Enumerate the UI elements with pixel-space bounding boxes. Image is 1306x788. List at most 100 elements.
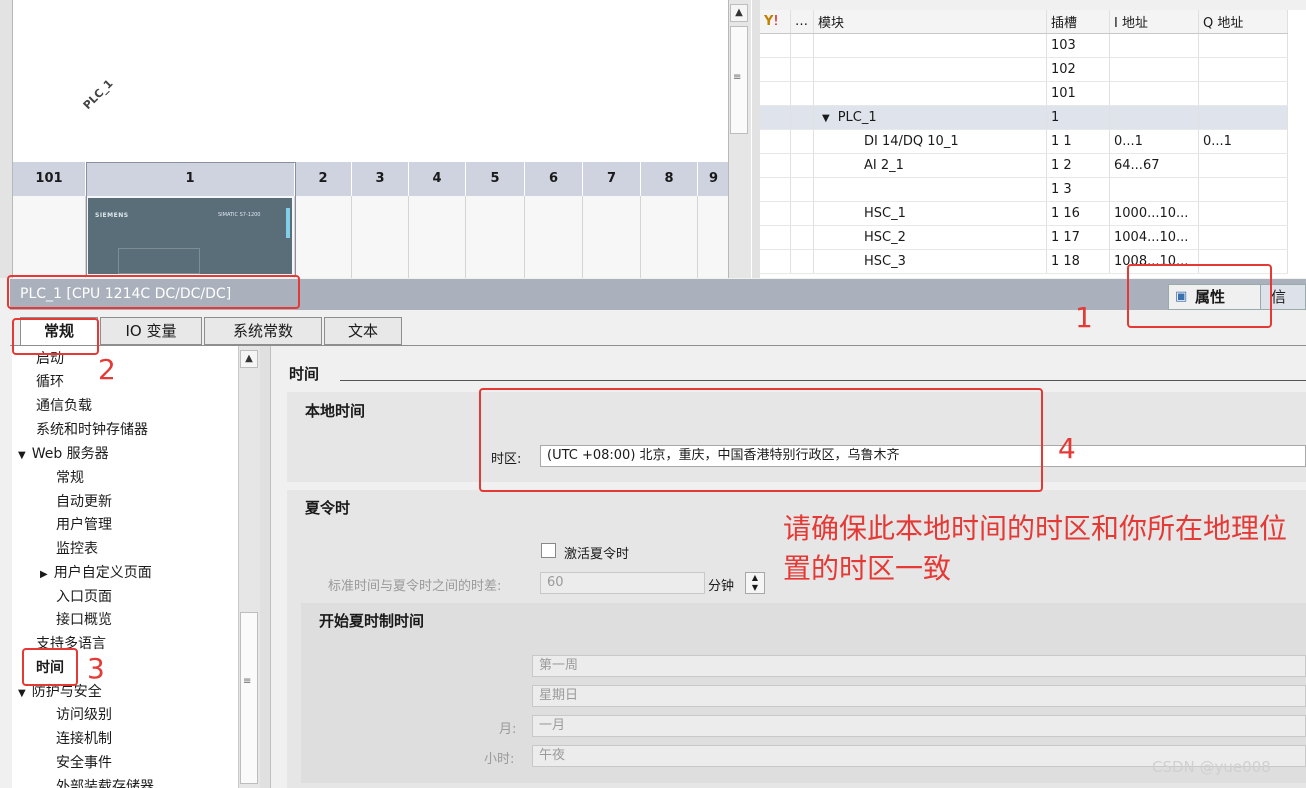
dst-checkbox[interactable] bbox=[541, 543, 556, 558]
table-row[interactable]: AI 2_1 1 2 64...67 bbox=[760, 153, 1288, 178]
slot-number: 4 bbox=[409, 162, 466, 196]
module-name: PLC_1 bbox=[837, 110, 877, 125]
table-row[interactable]: 101 bbox=[760, 81, 1288, 106]
section-title-time: 时间 bbox=[289, 365, 320, 383]
cell-module bbox=[813, 81, 1047, 106]
slot-number: 6 bbox=[525, 162, 583, 196]
dst-checkbox-label: 激活夏令时 bbox=[564, 547, 630, 562]
slot-1-highlight bbox=[86, 162, 296, 276]
properties-nav-tree: 启动 循环 通信负载 系统和时钟存储器 ▼ Web 服务器 常规 自动更新 用户管… bbox=[12, 346, 238, 788]
table-row[interactable]: DI 14/DQ 10_1 1 1 0...1 0...1 bbox=[760, 129, 1288, 154]
cell-slot: 1 16 bbox=[1046, 201, 1110, 226]
local-time-title: 本地时间 bbox=[305, 402, 366, 420]
nav-item-web-server[interactable]: ▼ Web 服务器 bbox=[18, 443, 109, 467]
nav-item-user-pages[interactable]: ▶ 用户自定义页面 bbox=[40, 562, 152, 586]
expand-arrow-icon[interactable]: ▼ bbox=[822, 113, 830, 124]
slot-number: 9 bbox=[698, 162, 730, 196]
nav-item-general[interactable]: 常规 bbox=[56, 467, 84, 490]
dst-diff-input[interactable]: 60 bbox=[540, 572, 705, 594]
cell-module bbox=[813, 57, 1047, 82]
expand-arrow-icon[interactable]: ▼ bbox=[18, 688, 26, 699]
table-row[interactable]: HSC_1 1 16 1000...10... bbox=[760, 201, 1288, 226]
splitter[interactable] bbox=[752, 0, 760, 278]
nav-item-connection-mechanisms[interactable]: 连接机制 bbox=[56, 728, 112, 751]
nav-item-external-load-memory[interactable]: 外部装载存储器 bbox=[56, 776, 154, 788]
panel-splitter[interactable] bbox=[260, 346, 271, 788]
annotation-number: 1 bbox=[1075, 301, 1093, 334]
rack-divider bbox=[524, 196, 525, 278]
cell-module: AI 2_1 bbox=[813, 153, 1047, 178]
cell-i: 64...67 bbox=[1109, 153, 1199, 178]
hour-label: 小时: bbox=[484, 752, 515, 767]
nav-item-comm-load[interactable]: 通信负载 bbox=[36, 395, 92, 418]
column-header[interactable]: 模块 bbox=[813, 10, 1047, 34]
column-header[interactable]: I 地址 bbox=[1109, 10, 1199, 34]
table-row[interactable]: HSC_2 1 17 1004...10... bbox=[760, 225, 1288, 250]
nav-item-security-event[interactable]: 安全事件 bbox=[56, 752, 112, 775]
scrollbar-thumb[interactable] bbox=[240, 612, 258, 784]
nav-item-watch-table[interactable]: 监控表 bbox=[56, 538, 98, 561]
nav-item-user-management[interactable]: 用户管理 bbox=[56, 514, 112, 537]
annotation-box-timezone bbox=[479, 388, 1043, 492]
table-row[interactable]: 103 bbox=[760, 33, 1288, 58]
annotation-number: 3 bbox=[87, 652, 105, 685]
info-tab-label: 信 bbox=[1271, 288, 1287, 306]
week-select[interactable]: 第一周 bbox=[532, 655, 1306, 677]
table-row[interactable]: 1 3 bbox=[760, 177, 1288, 202]
nav-item-entry-page[interactable]: 入口页面 bbox=[56, 586, 112, 609]
more-icon[interactable]: … bbox=[790, 10, 814, 34]
month-label: 月: bbox=[499, 722, 517, 737]
dst-title: 夏令时 bbox=[305, 499, 351, 517]
nav-item-system-clock-memory[interactable]: 系统和时钟存储器 bbox=[36, 419, 148, 442]
watermark: CSDN @yue008 bbox=[1152, 758, 1271, 776]
cell-module: HSC_1 bbox=[813, 201, 1047, 226]
cell-q bbox=[1198, 177, 1288, 202]
slot-number: 5 bbox=[466, 162, 525, 196]
cell-q bbox=[1198, 225, 1288, 250]
cell-q: 0...1 bbox=[1198, 129, 1288, 154]
cell-q bbox=[1198, 153, 1288, 178]
module-overview-table: Y! … 模块 插槽 I 地址 Q 地址 103 102 101 ▼ PLC_1 1… bbox=[760, 10, 1306, 278]
cell-i bbox=[1109, 33, 1199, 58]
column-header[interactable]: 插槽 bbox=[1046, 10, 1110, 34]
spinner-icon[interactable]: ▲ ▼ bbox=[745, 572, 765, 594]
cell-slot: 1 2 bbox=[1046, 153, 1110, 178]
slot-number: 8 bbox=[641, 162, 698, 196]
nav-item-auto-update[interactable]: 自动更新 bbox=[56, 491, 112, 514]
month-select[interactable]: 一月 bbox=[532, 715, 1306, 737]
expand-arrow-icon[interactable]: ▼ bbox=[18, 450, 26, 461]
cell-slot: 1 18 bbox=[1046, 249, 1110, 274]
annotation-note: 请确保此本地时间的时区和你所在地理位置的时区一致 bbox=[783, 512, 1288, 585]
filter-icon[interactable]: Y! bbox=[760, 10, 791, 34]
cell-i: 0...1 bbox=[1109, 129, 1199, 154]
table-row[interactable]: 102 bbox=[760, 57, 1288, 82]
weekday-select[interactable]: 星期日 bbox=[532, 685, 1306, 707]
cell-module: HSC_2 bbox=[813, 225, 1047, 250]
nav-item-access-level[interactable]: 访问级别 bbox=[56, 704, 112, 727]
grip-icon: ≡ bbox=[243, 676, 252, 687]
column-header[interactable]: Q 地址 bbox=[1198, 10, 1288, 34]
grip-icon: ≡ bbox=[733, 72, 742, 83]
slot-number: 101 bbox=[13, 162, 86, 196]
rack-divider bbox=[582, 196, 583, 278]
nav-item-interface-overview[interactable]: 接口概览 bbox=[56, 609, 112, 632]
cell-slot: 101 bbox=[1046, 81, 1110, 106]
nav-item-label: 用户自定义页面 bbox=[53, 565, 152, 581]
table-row-selected[interactable]: ▼ PLC_1 1 bbox=[760, 105, 1288, 130]
nav-item-label: 防护与安全 bbox=[31, 684, 102, 700]
scroll-up-icon[interactable]: ▲ bbox=[240, 350, 258, 368]
cell-q bbox=[1198, 81, 1288, 106]
cell-module: DI 14/DQ 10_1 bbox=[813, 129, 1047, 154]
tab-io-tags[interactable]: IO 变量 bbox=[100, 317, 202, 345]
annotation-number: 2 bbox=[98, 353, 116, 386]
dst-diff-unit: 分钟 bbox=[708, 579, 735, 594]
scroll-up-icon[interactable]: ▲ bbox=[730, 4, 748, 22]
cell-module: ▼ PLC_1 bbox=[813, 105, 1047, 130]
tab-system-constants[interactable]: 系统常数 bbox=[204, 317, 322, 345]
collapsed-arrow-icon[interactable]: ▶ bbox=[40, 569, 48, 580]
rack-divider bbox=[351, 196, 352, 278]
tab-texts[interactable]: 文本 bbox=[324, 317, 402, 345]
nav-item-cycle[interactable]: 循环 bbox=[36, 371, 64, 394]
cell-i bbox=[1109, 105, 1199, 130]
cell-module: HSC_3 bbox=[813, 249, 1047, 274]
